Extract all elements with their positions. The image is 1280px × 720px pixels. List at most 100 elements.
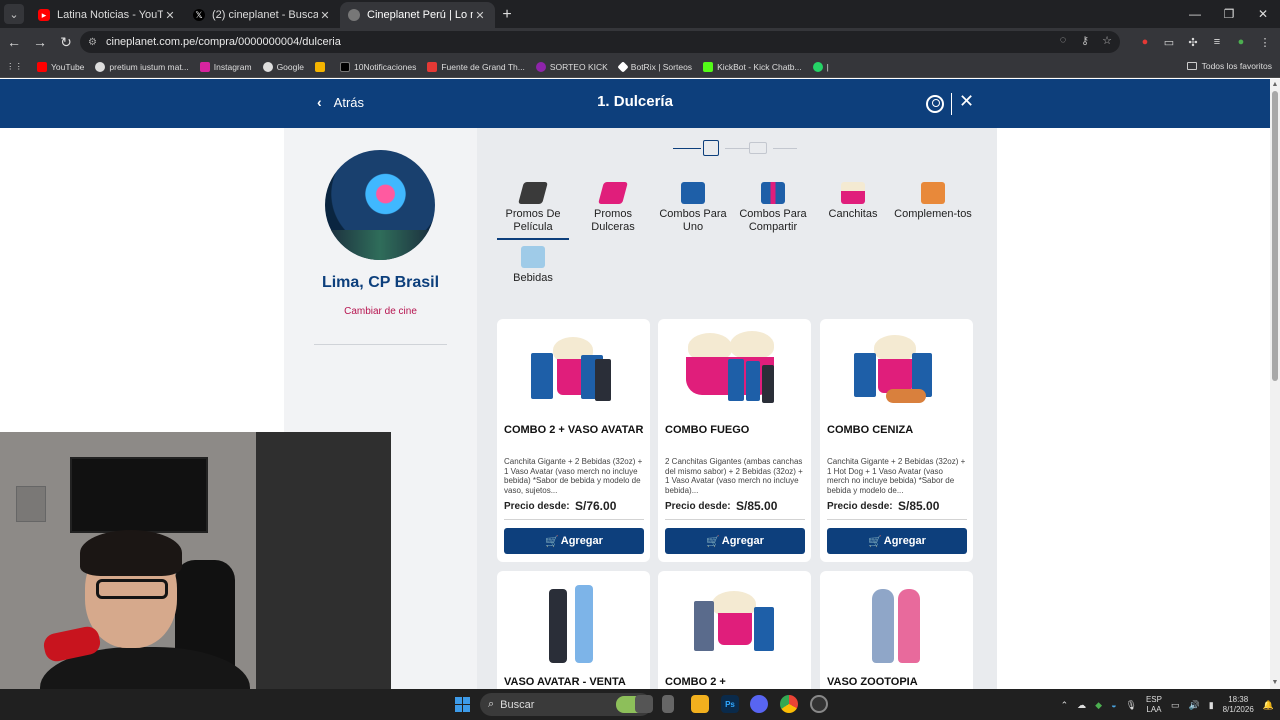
wifi-icon[interactable]: ◒	[1111, 700, 1116, 710]
price-label: Precio desde:	[827, 501, 893, 512]
address-bar[interactable]: ⚙ cineplanet.com.pe/compra/0000000004/du…	[80, 31, 1120, 53]
category-combos-uno[interactable]: Combos Para Uno	[653, 182, 733, 234]
tab-title: (2) cineplanet - Buscar / X	[212, 9, 318, 21]
product-description: 2 Canchitas Gigantes (ambas canchas del …	[665, 457, 803, 495]
mic-icon[interactable]: 🎙	[1126, 700, 1137, 711]
bookmark-pretium[interactable]: pretium iustum mat...	[95, 61, 189, 72]
popcorn-step-icon	[703, 140, 719, 156]
bookmark-sorteo-kick[interactable]: SORTEO KICK	[535, 61, 608, 72]
volume-icon[interactable]: 🔊	[1188, 700, 1199, 711]
language-indicator[interactable]: ESP LAA	[1146, 695, 1162, 715]
product-description: Canchita Gigante + 2 Bebidas (32oz) + 1 …	[827, 457, 966, 495]
bookmark-kickbot[interactable]: KickBot - Kick Chatb...	[703, 61, 802, 72]
scrollbar-thumb[interactable]	[1272, 91, 1278, 381]
category-complementos[interactable]: Complemen-tos	[893, 182, 973, 221]
scroll-up-icon[interactable]: ▲	[1271, 81, 1279, 89]
all-bookmarks[interactable]: Todos los favoritos	[1186, 61, 1272, 71]
add-button[interactable]: 🛒 Agregar	[504, 528, 644, 554]
product-card: COMBO FUEGO 2 Canchitas Gigantes (ambas …	[658, 319, 811, 562]
chevron-up-icon[interactable]: ⌃	[1061, 700, 1069, 711]
star-icon[interactable]: ☆	[1100, 34, 1114, 47]
category-promos-pelicula[interactable]: Promos De Película	[493, 182, 573, 240]
puzzle-icon[interactable]: ✣	[1184, 36, 1202, 49]
category-promos-dulceras[interactable]: Promos Dulceras	[573, 182, 653, 234]
tab-search-button[interactable]: ⌄	[4, 4, 24, 24]
shield-icon[interactable]: ◆	[1095, 700, 1102, 711]
clock[interactable]: 18:38 8/1/2026	[1223, 695, 1254, 715]
tab-0[interactable]: ▸ Latina Noticias - YouTube ✕	[30, 2, 185, 28]
cart-icon: 🛒	[868, 535, 882, 548]
eye-off-icon[interactable]: ◌	[1056, 34, 1070, 47]
bookmark-label: BotRix | Sorteos	[630, 61, 693, 72]
discord-icon[interactable]	[750, 695, 768, 713]
menu-dots-icon[interactable]: ⋮	[1256, 36, 1274, 49]
tab-2[interactable]: Cineplanet Perú | Lo mejor del ✕	[340, 2, 495, 28]
app-icon[interactable]	[810, 695, 828, 713]
notification-icon[interactable]: 🔔	[1263, 700, 1274, 711]
bookmark-instagram[interactable]: Instagram	[199, 61, 252, 72]
divider	[827, 519, 967, 520]
bookmark-10notificaciones[interactable]: 10Notificaciones	[339, 61, 416, 72]
task-view-icon[interactable]	[635, 695, 653, 713]
reading-list-icon[interactable]: ≡	[1208, 36, 1226, 48]
bookmark-google[interactable]: Google	[262, 61, 304, 72]
close-tab-icon[interactable]: ✕	[473, 9, 487, 22]
x-icon: 𝕏	[193, 9, 205, 21]
cinema-avatar	[325, 150, 435, 260]
bookmark-extension[interactable]	[314, 61, 329, 72]
bookmark-label: YouTube	[51, 61, 85, 72]
category-canchitas[interactable]: Canchitas	[813, 182, 893, 221]
close-icon[interactable]: ✕	[959, 91, 974, 112]
extension-icon[interactable]: ▭	[1160, 36, 1178, 49]
windows-start-icon[interactable]	[455, 697, 470, 712]
add-button[interactable]: 🛒 Agregar	[827, 528, 967, 554]
windows-taskbar: ⌕ Buscar Ps ⌃ ☁ ◆ ◒ 🎙 ESP LAA ▭ 🔊 ▮ 18:3…	[0, 689, 1280, 720]
webcam-overlay	[0, 432, 391, 720]
battery-icon[interactable]: ▮	[1209, 700, 1214, 711]
new-tab-button[interactable]: +	[495, 3, 519, 27]
pinwheel-icon	[314, 61, 325, 72]
profile-avatar-icon[interactable]: ●	[1232, 36, 1250, 48]
minimize-icon[interactable]: —	[1178, 0, 1212, 28]
bookmark-botrix[interactable]: BotRix | Sorteos	[617, 60, 693, 73]
extension-icon[interactable]: ●	[1136, 36, 1154, 48]
reload-icon[interactable]: ↻	[54, 30, 78, 54]
taskbar-search[interactable]: ⌕ Buscar	[480, 693, 652, 716]
close-tab-icon[interactable]: ✕	[163, 9, 177, 22]
key-icon[interactable]: ⚷	[1078, 34, 1092, 47]
chrome-icon[interactable]	[780, 695, 798, 713]
bookmark-whatsapp[interactable]: |	[812, 61, 829, 72]
whatsapp-icon	[812, 61, 823, 72]
close-tab-icon[interactable]: ✕	[318, 9, 332, 22]
add-button[interactable]: 🛒 Agregar	[665, 528, 805, 554]
bookmark-youtube[interactable]: YouTube	[37, 61, 85, 72]
category-combos-compartir[interactable]: Combos Para Compartir	[733, 182, 813, 234]
file-explorer-icon[interactable]	[691, 695, 709, 713]
apps-icon[interactable]: ⋮⋮	[6, 61, 23, 72]
page-scrollbar[interactable]: ▲ ▼	[1270, 79, 1280, 689]
movie-promo-icon	[518, 182, 548, 204]
scroll-down-icon[interactable]: ▼	[1271, 679, 1279, 687]
app-icon[interactable]	[662, 695, 674, 713]
change-cinema-link[interactable]: Cambiar de cine	[284, 306, 477, 317]
forward-arrow-icon[interactable]: →	[28, 30, 52, 54]
photoshop-icon[interactable]: Ps	[721, 695, 739, 713]
close-window-icon[interactable]: ✕	[1246, 0, 1280, 28]
category-bebidas[interactable]: Bebidas	[493, 246, 573, 285]
x-icon	[339, 61, 350, 72]
product-image	[684, 329, 784, 417]
site-info-icon[interactable]: ⚙	[88, 37, 104, 48]
user-icon[interactable]	[926, 95, 944, 113]
category-label: Promos De Película	[505, 208, 561, 233]
tab-title: Cineplanet Perú | Lo mejor del	[367, 9, 473, 21]
monitor-icon[interactable]: ▭	[1171, 700, 1180, 711]
google-icon	[262, 61, 273, 72]
globe-icon	[348, 9, 360, 21]
product-price: S/85.00	[898, 499, 940, 513]
cloud-icon[interactable]: ☁	[1077, 700, 1086, 711]
back-arrow-icon[interactable]: ←	[2, 30, 26, 54]
tab-1[interactable]: 𝕏 (2) cineplanet - Buscar / X ✕	[185, 2, 340, 28]
restore-icon[interactable]: ❐	[1212, 0, 1246, 28]
candy-store-panel: Promos De Película Promos Dulceras Combo…	[477, 128, 997, 690]
bookmark-fuente-gta[interactable]: Fuente de Grand Th...	[427, 61, 525, 72]
